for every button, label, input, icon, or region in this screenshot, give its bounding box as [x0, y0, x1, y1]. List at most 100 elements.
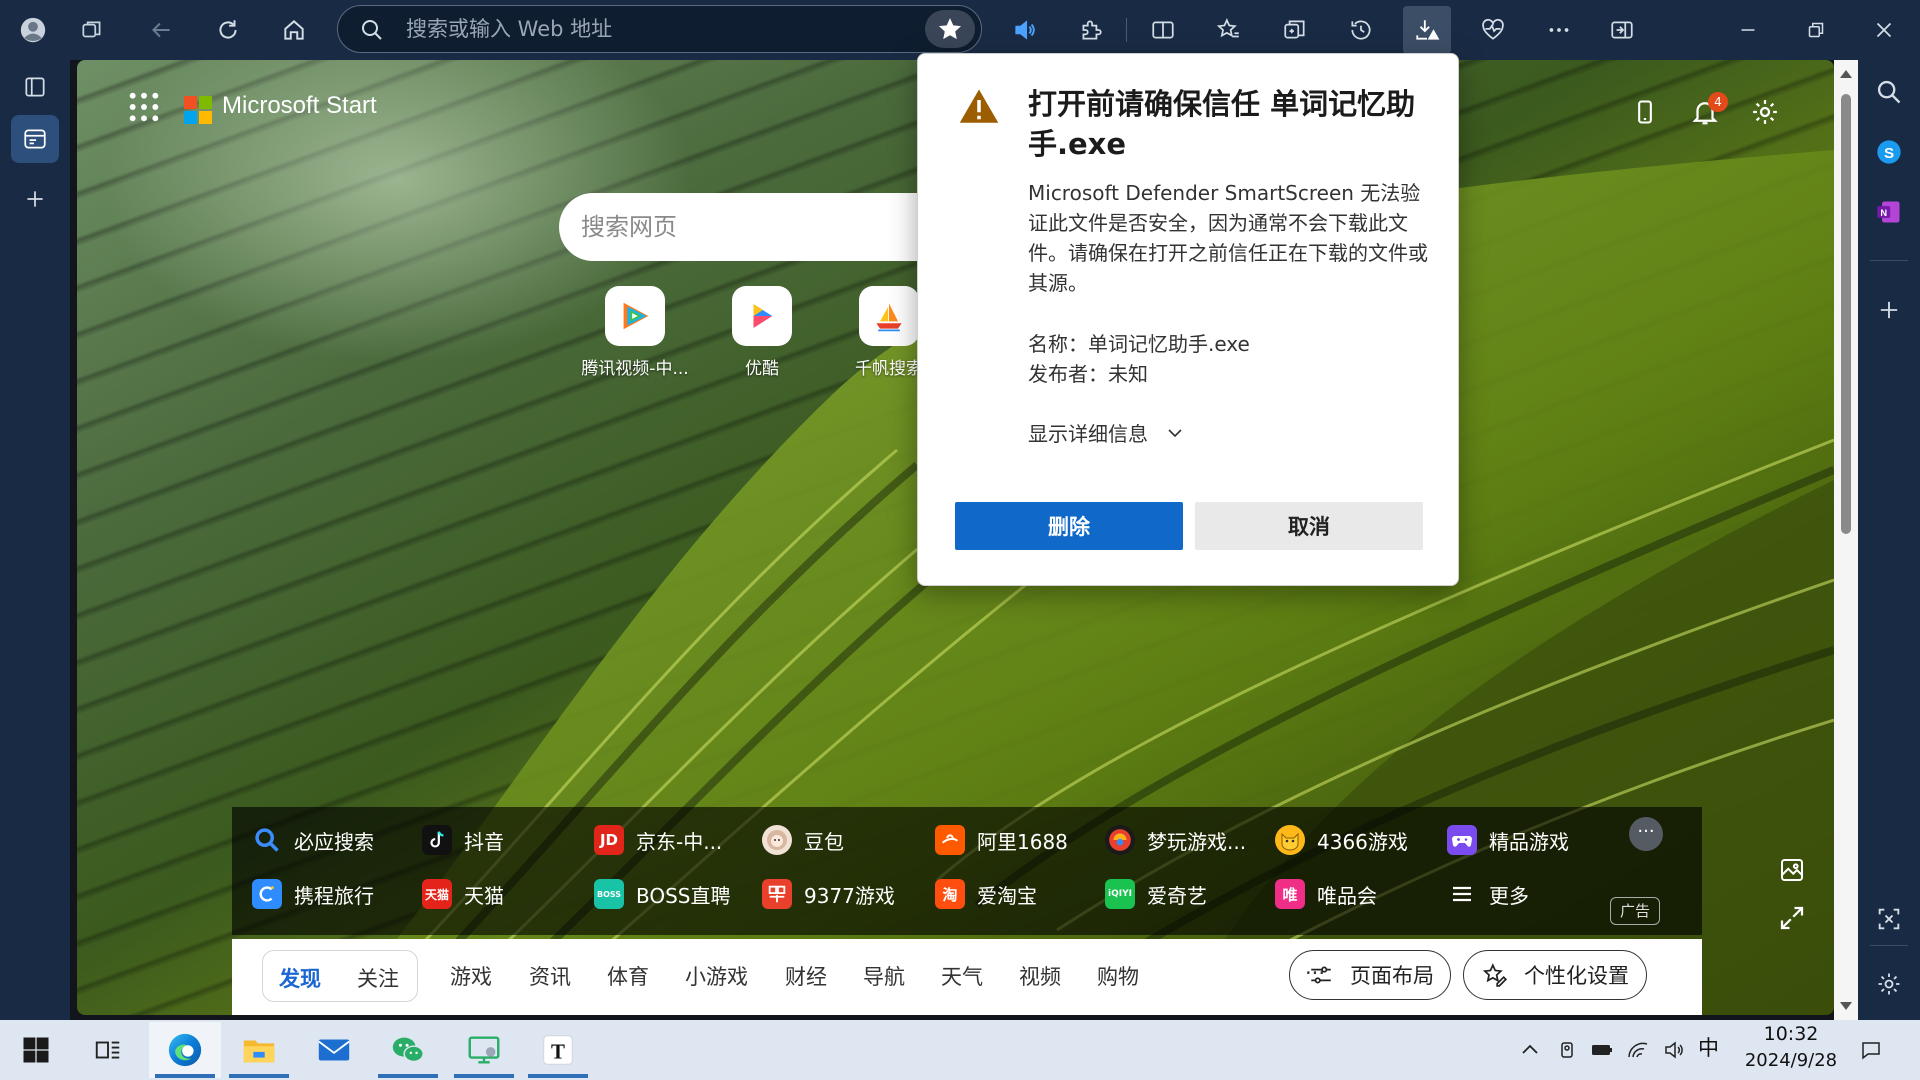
sidebar-screenshot-button[interactable] [1865, 895, 1913, 943]
link-aitaobao[interactable]: 淘 爱淘宝 [935, 877, 1037, 911]
speaker-icon [1015, 20, 1035, 40]
scroll-down-arrow-icon[interactable] [1840, 1002, 1852, 1010]
collections-add-button[interactable] [1271, 6, 1319, 54]
input-method-indicator[interactable]: 中 [1698, 1032, 1719, 1062]
tab-actions-button[interactable] [11, 63, 59, 111]
quick-links-more-button[interactable]: ··· [1629, 817, 1663, 851]
close-button[interactable] [1860, 6, 1908, 54]
category-video[interactable]: 视频 [1019, 961, 1061, 991]
link-ctrip[interactable]: 携程旅行 [252, 877, 374, 911]
web-search-input[interactable] [581, 211, 941, 243]
split-screen-button[interactable] [1139, 6, 1187, 54]
category-news[interactable]: 资讯 [529, 961, 571, 991]
taskbar-typora[interactable]: T [522, 1022, 594, 1078]
collections-button[interactable] [68, 6, 116, 54]
tray-overflow-button[interactable] [1516, 1036, 1544, 1064]
page-scrollbar[interactable] [1834, 60, 1858, 1020]
taskbar-remote-app[interactable] [448, 1022, 520, 1078]
link-4366-games[interactable]: 4366游戏 [1275, 823, 1408, 857]
read-aloud-button[interactable] [1001, 6, 1049, 54]
link-douyin[interactable]: 抖音 [422, 823, 504, 857]
sidebar-onenote-button[interactable]: N [1865, 188, 1913, 236]
taskbar-wechat[interactable] [372, 1022, 444, 1078]
notifications-button[interactable]: 4 [1683, 90, 1728, 134]
start-button[interactable] [0, 1022, 72, 1078]
sidebar-search-button[interactable] [1865, 68, 1913, 116]
home-button[interactable] [270, 6, 318, 54]
sidebar-skype-button[interactable]: S [1865, 128, 1913, 176]
refresh-button[interactable] [204, 6, 252, 54]
history-button[interactable] [1337, 6, 1385, 54]
back-button[interactable] [137, 6, 185, 54]
tab-discover[interactable]: 发现 [279, 963, 321, 993]
category-mini-games[interactable]: 小游戏 [685, 961, 748, 991]
address-bar[interactable] [337, 5, 982, 53]
tab-follow[interactable]: 关注 [357, 963, 399, 993]
tray-battery[interactable] [1588, 1036, 1616, 1064]
wallpaper-info-icon[interactable] [1777, 855, 1807, 885]
tray-volume[interactable] [1660, 1036, 1688, 1064]
link-mengwan-games[interactable]: 梦玩游戏... [1105, 823, 1246, 857]
category-shopping[interactable]: 购物 [1097, 961, 1139, 991]
browser-essentials-button[interactable] [1469, 6, 1517, 54]
text-editor-icon: T [543, 1035, 573, 1065]
settings-more-button[interactable] [1535, 6, 1583, 54]
category-finance[interactable]: 财经 [785, 961, 827, 991]
expand-icon[interactable] [1777, 903, 1807, 933]
personalize-button[interactable]: 个性化设置 [1463, 950, 1647, 1000]
show-details-toggle[interactable]: 显示详细信息 [1028, 418, 1184, 447]
clock-time[interactable]: 10:32 [1736, 1023, 1846, 1045]
category-weather[interactable]: 天气 [941, 961, 983, 991]
link-more[interactable]: 更多 [1447, 877, 1529, 911]
category-sports[interactable]: 体育 [607, 961, 649, 991]
delete-button[interactable]: 删除 [955, 502, 1183, 550]
web-search-box[interactable] [559, 193, 979, 261]
link-tmall[interactable]: 天猫 天猫 [422, 877, 504, 911]
extensions-button[interactable] [1067, 6, 1115, 54]
favorite-star-button[interactable] [925, 10, 975, 48]
link-vipshop[interactable]: 唯 唯品会 [1275, 877, 1377, 911]
scroll-thumb[interactable] [1841, 94, 1851, 534]
hamburger-menu-icon [1447, 879, 1477, 909]
address-input[interactable] [406, 14, 886, 44]
minimize-button[interactable] [1724, 6, 1772, 54]
link-9377-games[interactable]: 9377游戏 [762, 877, 895, 911]
app-launcher-icon[interactable] [127, 90, 161, 124]
clock-date[interactable]: 2024/9/28 [1730, 1050, 1852, 1071]
active-tab[interactable] [11, 115, 59, 163]
page-settings-button[interactable] [1743, 90, 1787, 134]
link-alibaba-1688[interactable]: 阿里1688 [935, 823, 1068, 857]
quick-link-tencent-video[interactable]: 腾讯视频-中... [575, 286, 695, 379]
tray-wifi[interactable] [1624, 1036, 1652, 1064]
task-view-button[interactable] [72, 1022, 144, 1078]
downloads-button[interactable] [1403, 6, 1451, 54]
sidebar-settings-button[interactable] [1865, 960, 1913, 1008]
restore-button[interactable] [1792, 6, 1840, 54]
taskbar-mail[interactable] [298, 1022, 370, 1078]
sidebar-toggle-button[interactable] [1598, 6, 1646, 54]
taskbar-edge[interactable] [149, 1022, 221, 1078]
taskbar-file-explorer[interactable] [223, 1022, 295, 1078]
link-jd[interactable]: JD 京东-中... [594, 823, 722, 857]
quick-links-bar: 必应搜索 抖音 JD 京东-中... 豆包 阿里1688 梦玩游戏... 436… [232, 807, 1702, 935]
notification-center-button[interactable] [1857, 1036, 1885, 1064]
profile-avatar-button[interactable] [9, 6, 57, 54]
phone-button[interactable] [1623, 90, 1667, 134]
cancel-button[interactable]: 取消 [1195, 502, 1423, 550]
brand-title[interactable]: Microsoft Start [222, 92, 377, 120]
category-games[interactable]: 游戏 [450, 961, 492, 991]
link-bing-search[interactable]: 必应搜索 [252, 823, 374, 857]
category-navigation[interactable]: 导航 [863, 961, 905, 991]
favorites-button[interactable] [1205, 6, 1253, 54]
link-iqiyi[interactable]: iQIYI 爱奇艺 [1105, 877, 1207, 911]
page-layout-button[interactable]: 页面布局 [1289, 950, 1451, 1000]
tray-camera-mic[interactable] [1553, 1036, 1581, 1064]
scroll-up-arrow-icon[interactable] [1840, 70, 1852, 78]
link-doubao[interactable]: 豆包 [762, 823, 844, 857]
sidebar-add-button[interactable] [1865, 286, 1913, 334]
plus-icon [1880, 301, 1898, 319]
link-premium-games[interactable]: 精品游戏 [1447, 823, 1569, 857]
link-boss-zhipin[interactable]: BOSS BOSS直聘 [594, 877, 731, 911]
new-tab-button[interactable] [11, 175, 59, 223]
quick-link-youku[interactable]: 优酷 [702, 286, 822, 379]
